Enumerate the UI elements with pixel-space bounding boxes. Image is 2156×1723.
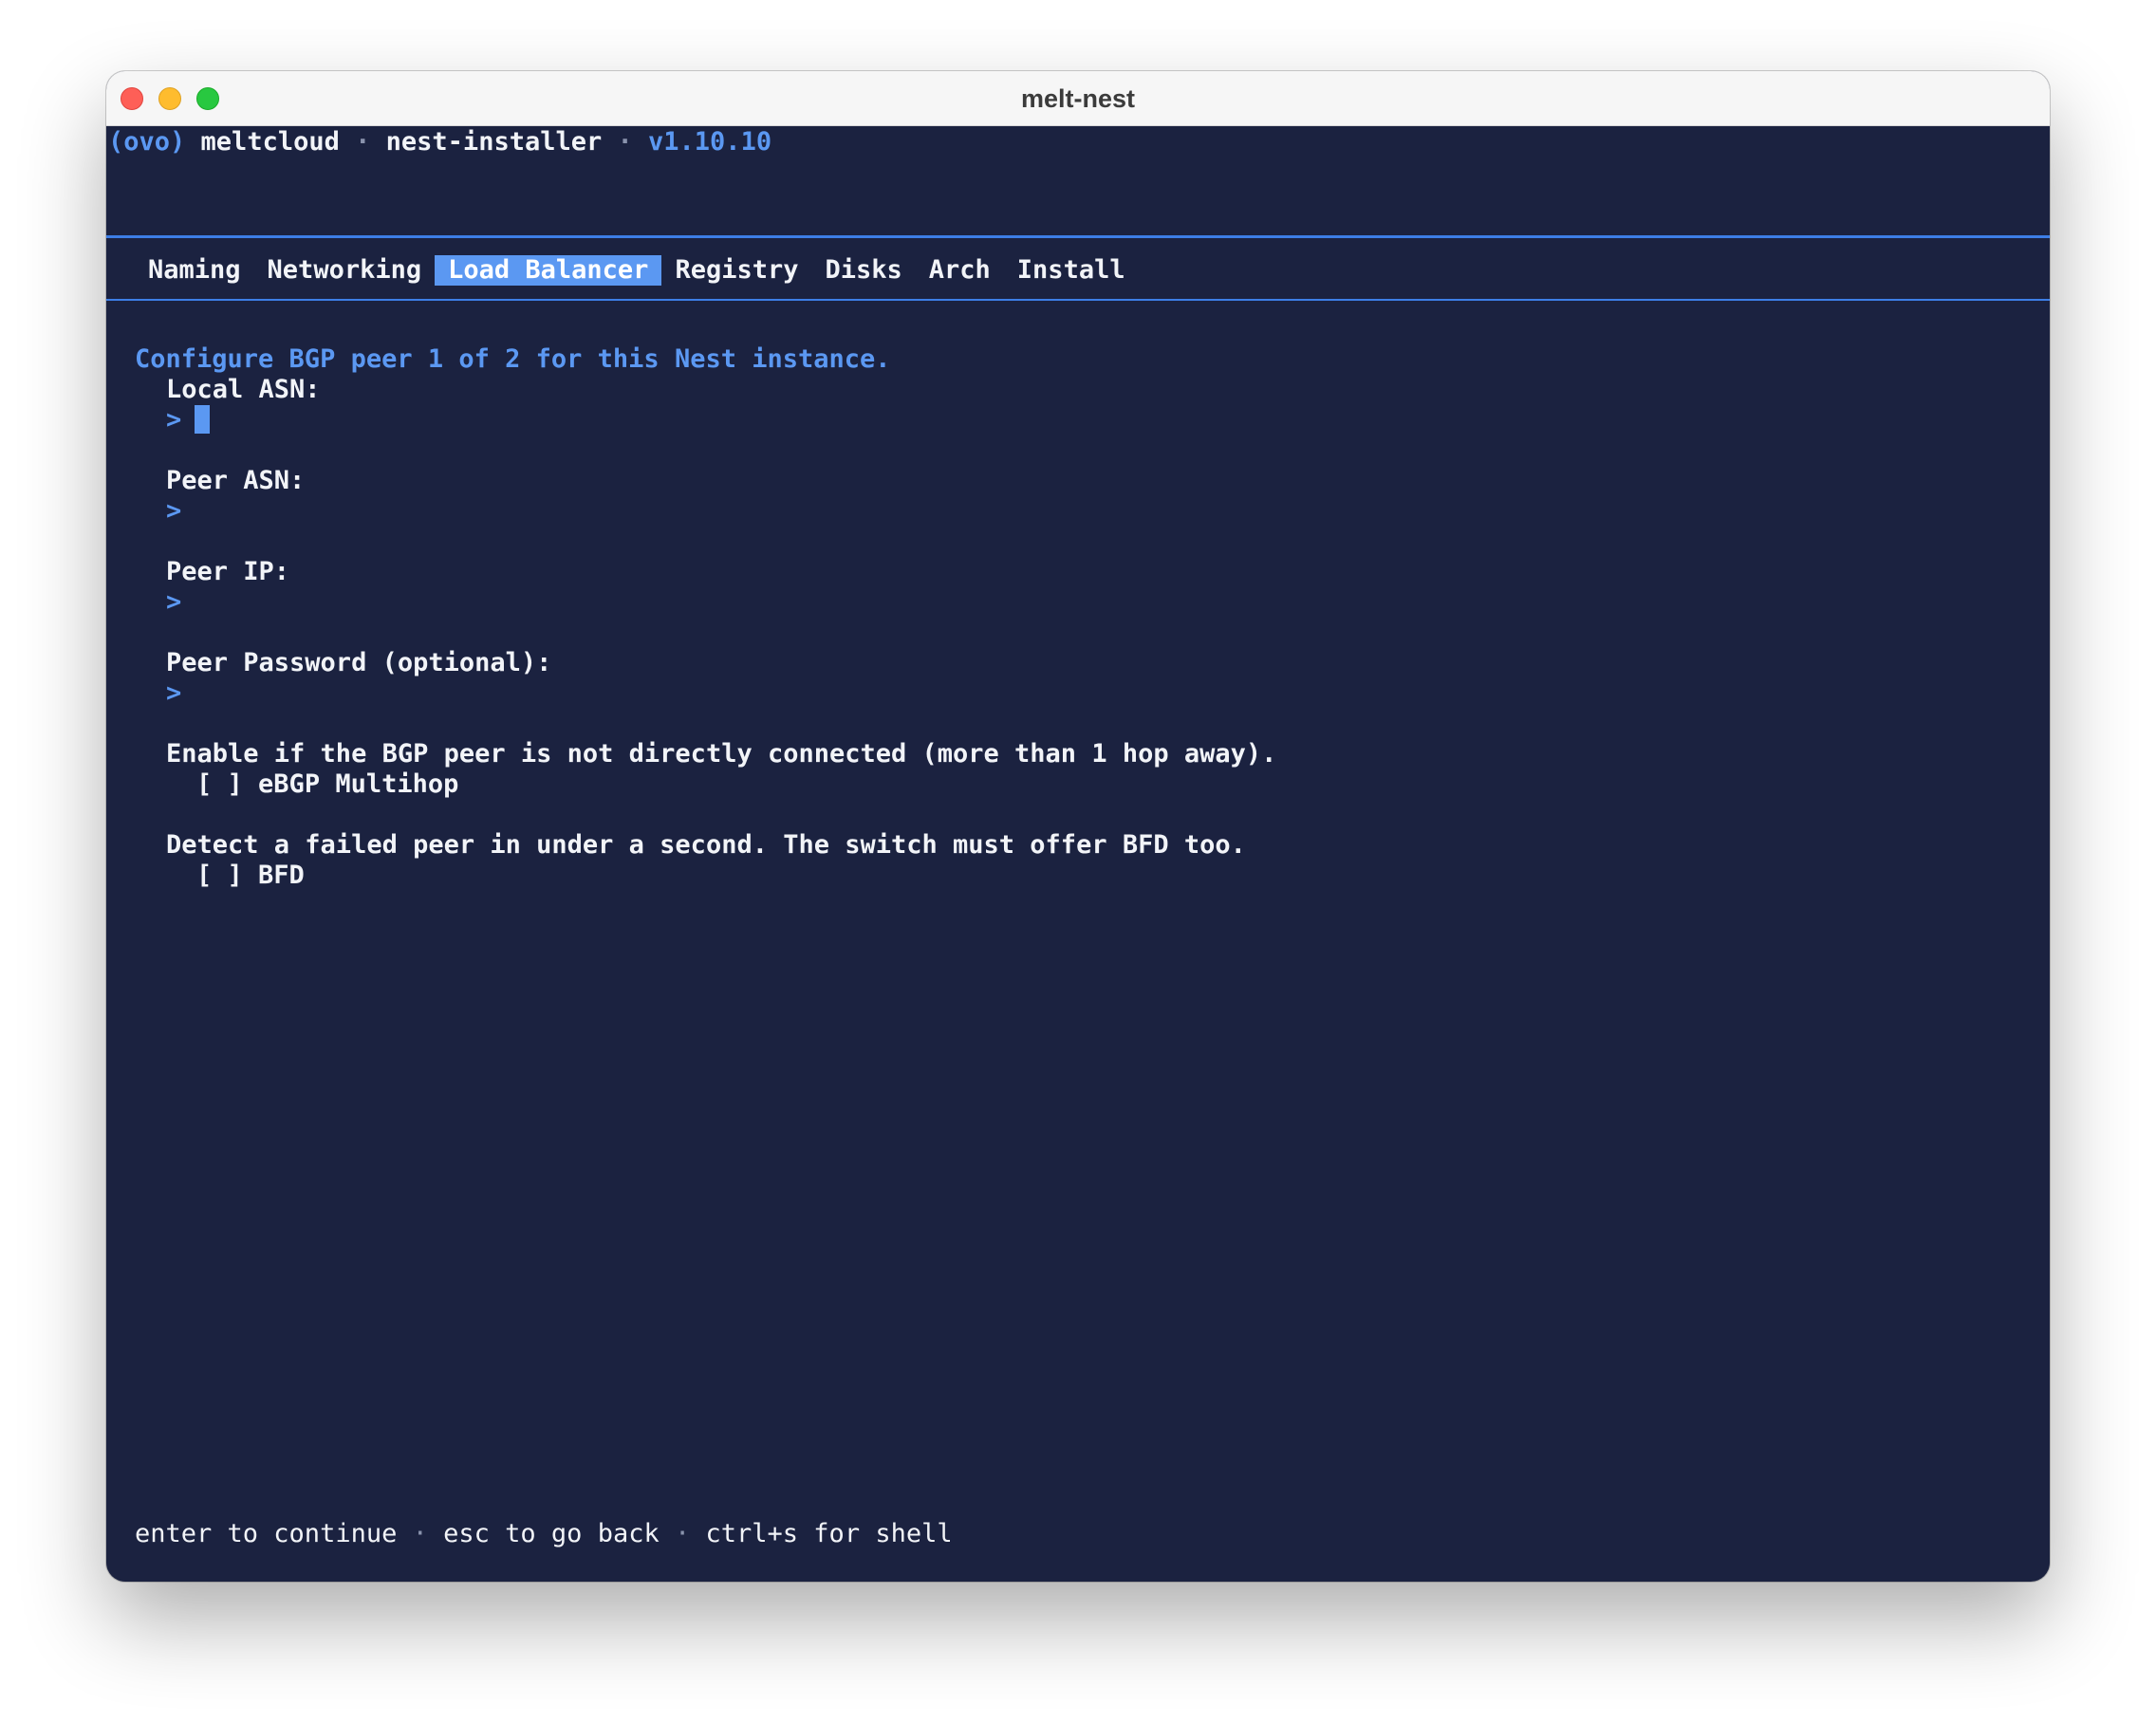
header-separator: · bbox=[355, 127, 371, 157]
multihop-option[interactable]: [ ] eBGP Multihop bbox=[196, 769, 458, 800]
window-title: melt-nest bbox=[1020, 84, 1136, 113]
bfd-checkbox[interactable]: [ ] bbox=[196, 861, 243, 890]
hint-separator: · bbox=[674, 1519, 691, 1548]
app-name: nest-installer bbox=[385, 127, 603, 157]
tab-install[interactable]: Install bbox=[1004, 255, 1139, 286]
prompt-chevron-icon: > bbox=[166, 405, 182, 435]
header-line: (ovo) meltcloud · nest-installer · v1.10… bbox=[108, 127, 771, 157]
bfd-label: BFD bbox=[258, 861, 305, 890]
tab-disks[interactable]: Disks bbox=[811, 255, 915, 286]
multihop-label: eBGP Multihop bbox=[258, 769, 459, 799]
peer-ip-input[interactable]: > bbox=[166, 587, 181, 618]
prompt-chevron-icon: > bbox=[166, 587, 182, 617]
product-name: meltcloud bbox=[200, 127, 340, 157]
peer-asn-label: Peer ASN: bbox=[166, 466, 306, 495]
peer-password-input[interactable]: > bbox=[166, 678, 181, 709]
peer-password-label: Peer Password (optional): bbox=[166, 648, 552, 677]
logo: (ovo) bbox=[108, 127, 186, 157]
header-divider bbox=[106, 235, 2050, 238]
bfd-description: Detect a failed peer in under a second. … bbox=[166, 830, 1246, 860]
key-hints: enter to continue · esc to go back · ctr… bbox=[135, 1519, 953, 1549]
prompt-chevron-icon: > bbox=[166, 678, 182, 708]
hint-separator: · bbox=[412, 1519, 428, 1548]
prompt-chevron-icon: > bbox=[166, 496, 182, 526]
peer-ip-label: Peer IP: bbox=[166, 557, 290, 586]
installer-screen: (ovo) meltcloud · nest-installer · v1.10… bbox=[106, 125, 2050, 1582]
dim-separator: · bbox=[617, 127, 633, 157]
tab-networking[interactable]: Networking bbox=[254, 255, 436, 286]
bfd-option[interactable]: [ ] BFD bbox=[196, 861, 305, 891]
hint-shell: ctrl+s for shell bbox=[705, 1519, 953, 1548]
step-tabs: Naming Networking Load Balancer Registry… bbox=[135, 255, 1139, 286]
tab-arch[interactable]: Arch bbox=[916, 255, 1004, 286]
tab-load-balancer[interactable]: Load Balancer bbox=[435, 255, 662, 286]
tab-registry[interactable]: Registry bbox=[661, 255, 811, 286]
form-heading: Configure BGP peer 1 of 2 for this Nest … bbox=[135, 344, 891, 374]
terminal-window: melt-nest (ovo) meltcloud · nest-install… bbox=[106, 71, 2050, 1582]
hint-continue: enter to continue bbox=[135, 1519, 398, 1548]
multihop-checkbox[interactable]: [ ] bbox=[196, 769, 243, 799]
peer-asn-input[interactable]: > bbox=[166, 496, 181, 527]
multihop-description: Enable if the BGP peer is not directly c… bbox=[166, 739, 1277, 769]
hint-back: esc to go back bbox=[443, 1519, 660, 1548]
tab-naming[interactable]: Naming bbox=[135, 255, 254, 286]
text-cursor bbox=[195, 405, 211, 434]
local-asn-input[interactable]: > bbox=[166, 405, 211, 435]
title-bar[interactable]: melt-nest bbox=[106, 71, 2050, 126]
local-asn-label: Local ASN: bbox=[166, 375, 321, 404]
version-label: v1.10.10 bbox=[648, 127, 772, 157]
tabs-divider bbox=[106, 299, 2050, 301]
